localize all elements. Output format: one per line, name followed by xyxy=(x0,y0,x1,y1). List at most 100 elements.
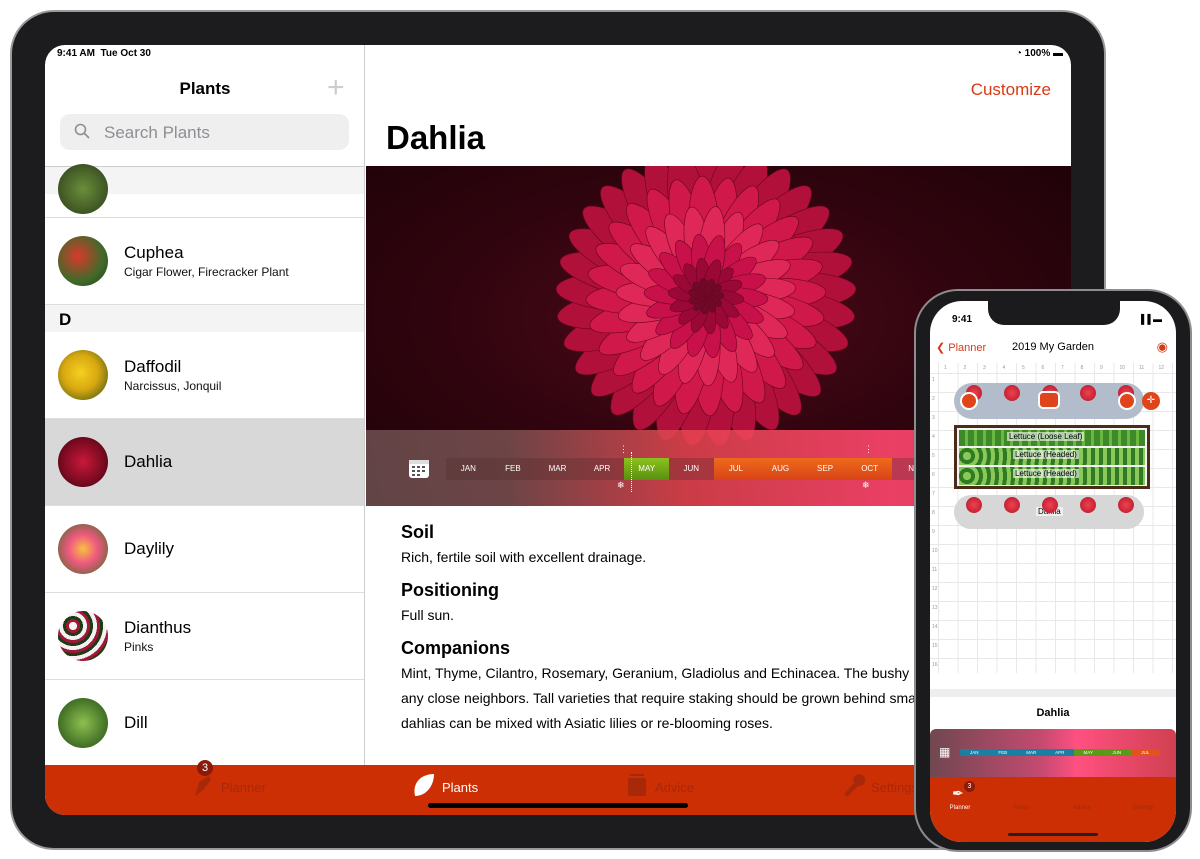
calendar-icon[interactable]: ▦ xyxy=(939,745,950,759)
column-number: 1 xyxy=(944,365,947,371)
wrench-icon xyxy=(844,774,865,797)
plant-name: Daffodil xyxy=(124,357,182,376)
season-timeline: ▦ JAN FEB MAR APR MAY JUN JUL xyxy=(930,729,1176,777)
dahlia-plant-icon xyxy=(966,497,982,513)
month-may: MAY xyxy=(1074,749,1103,756)
list-item-daffodil[interactable]: Daffodil Narcissus, Jonquil xyxy=(45,332,364,419)
month-feb: FEB xyxy=(490,458,536,480)
move-icon[interactable]: ✛ xyxy=(1142,392,1160,410)
column-number: 9 xyxy=(1100,365,1103,371)
row-number: 7 xyxy=(932,491,935,497)
column-number: 7 xyxy=(1061,365,1064,371)
month-strip: JANFEBMARAPRMAYJUNJULAUGSEPOCTNO xyxy=(446,458,937,480)
month-feb: FEB xyxy=(988,749,1017,756)
tab-planner[interactable]: ✒ 3 Planner xyxy=(940,781,980,811)
month-sep: SEP xyxy=(802,458,848,480)
month-jun: JUN xyxy=(1102,749,1131,756)
plant-name: Dianthus xyxy=(124,618,192,637)
resize-handle[interactable] xyxy=(960,392,978,410)
marker-icon: ⋮ xyxy=(864,444,873,454)
tab-planner[interactable]: 3 Planner xyxy=(195,760,266,796)
row-number: 8 xyxy=(932,510,935,516)
today-marker xyxy=(631,452,632,492)
list-item-cuphea[interactable]: Cuphea Cigar Flower, Firecracker Plant xyxy=(45,218,364,305)
search-input[interactable]: Search Plants xyxy=(60,114,349,150)
tab-settings[interactable]: Settings xyxy=(1123,805,1163,811)
pen-icon: ✒ xyxy=(952,785,964,801)
list-item[interactable] xyxy=(45,164,364,218)
options-handle[interactable] xyxy=(1038,391,1060,409)
dahlia-plant-icon xyxy=(1004,385,1020,401)
tab-plants[interactable]: Plants xyxy=(1001,805,1041,811)
column-number: 4 xyxy=(1002,365,1006,371)
column-number: 6 xyxy=(1041,365,1045,371)
iphone-screen: 9:41 ▐▐ ▬ ❮ Planner 2019 My Garden ◉ Let… xyxy=(930,301,1176,842)
eye-icon[interactable]: ◉ xyxy=(1157,339,1168,355)
plant-avatar xyxy=(58,437,108,487)
plant-avatar xyxy=(58,236,108,286)
tab-bar: ✒ 3 Planner Plants Advice Settings xyxy=(930,777,1176,842)
bed-label: Lettuce (Headed) xyxy=(1013,469,1079,478)
list-item-daylily[interactable]: Daylily xyxy=(45,506,364,593)
row-number: 13 xyxy=(932,605,938,611)
book-icon xyxy=(628,774,646,796)
calendar-icon[interactable] xyxy=(408,457,430,479)
badge: 3 xyxy=(197,760,213,776)
column-number: 3 xyxy=(983,365,986,371)
row-number: 2 xyxy=(932,396,935,402)
detail-title: Dahlia xyxy=(930,689,1176,729)
dahlia-plant-icon xyxy=(1080,385,1096,401)
lettuce-bed[interactable]: Lettuce (Loose Leaf) Lettuce (Headed) Le… xyxy=(954,425,1150,489)
row-number: 16 xyxy=(932,662,938,668)
page-title: Dahlia xyxy=(386,119,486,156)
plant-name: Cuphea xyxy=(124,243,184,262)
plant-avatar xyxy=(58,698,108,748)
frost-icon: ❄ xyxy=(617,480,625,490)
row-number: 11 xyxy=(932,567,938,573)
month-oct: OCT xyxy=(847,458,892,480)
row-number: 6 xyxy=(932,472,935,478)
plant-subtitle: Cigar Flower, Firecracker Plant xyxy=(124,265,289,279)
garden-grid[interactable]: Lettuce (Loose Leaf) Lettuce (Headed) Le… xyxy=(930,363,1176,673)
frost-icon: ❄ xyxy=(862,480,870,490)
dahlia-plant-icon xyxy=(1118,497,1134,513)
row-number: 9 xyxy=(932,529,935,535)
tab-advice[interactable]: Advice xyxy=(1062,805,1102,811)
plant-name: Dill xyxy=(124,713,148,732)
column-number: 5 xyxy=(1022,365,1025,371)
row-number: 1 xyxy=(932,377,935,383)
resize-handle[interactable] xyxy=(1118,392,1136,410)
tab-settings[interactable]: Settings xyxy=(844,774,918,797)
row-number: 15 xyxy=(932,643,938,649)
customize-button[interactable]: Customize xyxy=(971,80,1051,100)
column-number: 8 xyxy=(1080,365,1084,371)
list-item-dill[interactable]: Dill xyxy=(45,680,364,765)
plus-icon[interactable]: + xyxy=(327,73,345,103)
column-number: 11 xyxy=(1139,365,1145,371)
notch xyxy=(988,301,1120,325)
month-mar: MAR xyxy=(1017,749,1046,756)
marker-icon: ⋮ xyxy=(619,444,628,454)
row-number: 4 xyxy=(932,434,935,440)
column-number: 10 xyxy=(1119,365,1126,371)
month-jul: JUL xyxy=(713,458,759,480)
plant-name: Daylily xyxy=(124,539,175,558)
dahlia-plant-icon xyxy=(1042,497,1058,513)
month-apr: APR xyxy=(1045,749,1074,756)
row-number: 14 xyxy=(932,624,938,630)
bed-label: Lettuce (Headed) xyxy=(1013,450,1079,459)
tab-advice[interactable]: Advice xyxy=(628,774,694,796)
list-item-dahlia[interactable]: Dahlia xyxy=(45,419,364,506)
search-icon xyxy=(74,123,90,139)
month-jun: JUN xyxy=(668,458,714,480)
leaf-icon xyxy=(414,774,434,796)
column-number: 12 xyxy=(1158,365,1165,371)
month-jan: JAN xyxy=(960,749,989,756)
tab-plants[interactable]: Plants xyxy=(414,774,478,796)
status-time: 9:41 xyxy=(952,314,973,325)
signal-battery-icon: ▐▐ ▬ xyxy=(1137,314,1162,324)
plants-sidebar: Plants + Search Plants C CupheaCigar Flo… xyxy=(45,45,365,765)
month-jul: JUL xyxy=(1131,749,1160,756)
list-item-dianthus[interactable]: Dianthus Pinks xyxy=(45,593,364,680)
month-mar: MAR xyxy=(535,458,580,480)
